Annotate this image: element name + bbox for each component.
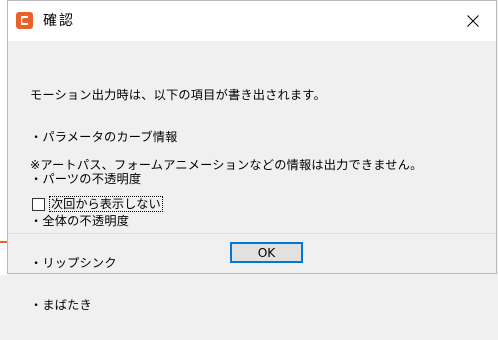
close-icon [467, 15, 479, 27]
close-button[interactable] [450, 1, 496, 41]
confirm-dialog: 確認 モーション出力時は、以下の項目が書き出されます。 ・パラメータのカーブ情報… [7, 0, 497, 312]
message-item: ・全体の不透明度 [30, 214, 130, 228]
message-note: ※アートパス、フォームアニメーションなどの情報は出力できません。 [30, 158, 423, 172]
message-item: ・まばたき [30, 298, 92, 312]
dialog-title: 確認 [43, 13, 75, 29]
title-bar: 確認 [8, 1, 496, 41]
cubism-logo-icon [16, 12, 33, 29]
footer-divider [8, 233, 496, 234]
message-intro: モーション出力時は、以下の項目が書き出されます。 [30, 88, 326, 102]
dont-show-again-label[interactable]: 次回から表示しない [49, 196, 163, 212]
ok-button[interactable]: OK [230, 242, 303, 263]
message-item: ・パラメータのカーブ情報 [30, 130, 178, 144]
message-item: ・パーツの不透明度 [30, 172, 142, 186]
dont-show-again-checkbox[interactable] [32, 197, 45, 211]
dont-show-again-option[interactable]: 次回から表示しない [32, 196, 163, 212]
